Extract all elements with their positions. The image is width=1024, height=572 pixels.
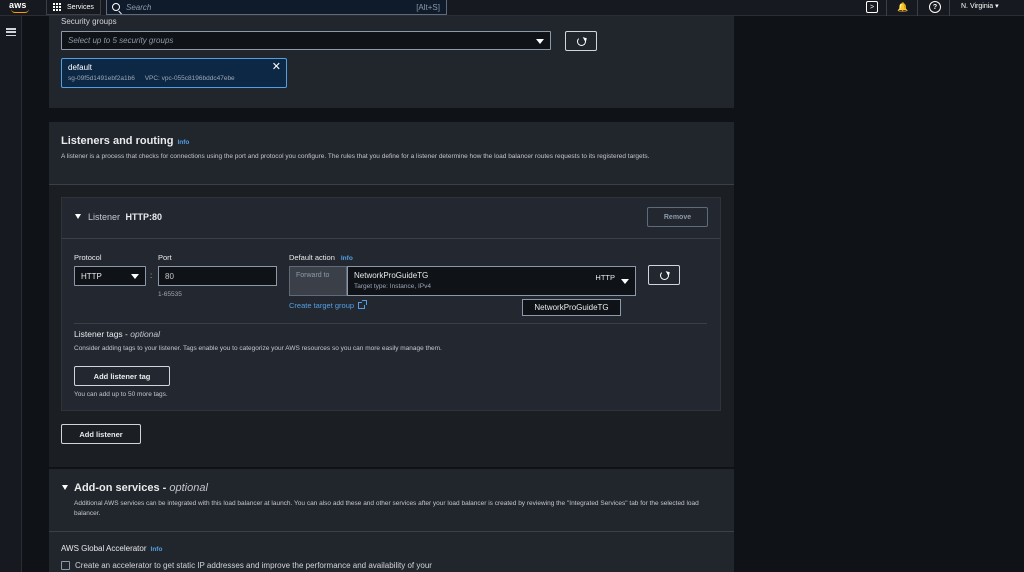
create-accelerator-label: Create an accelerator to get static IP a… [75,561,432,570]
refresh-icon [659,270,669,280]
bell-icon[interactable]: 🔔 [897,1,909,13]
region-selector[interactable]: N. Virginia ▾ [961,2,999,10]
listener-prefix: Listener [88,212,121,222]
listener-name: HTTP:80 [125,212,163,222]
caret-down-icon [536,38,544,44]
caret-down-icon [621,279,629,284]
addon-services-title[interactable]: Add-on services - optional [74,482,208,494]
aga-title-text: AWS Global Accelerator [61,544,147,553]
collapse-icon[interactable] [62,485,68,490]
protocol-label: Protocol [74,253,102,262]
token-name: default [68,63,93,72]
listeners-body: Listener HTTP:80 Remove Protocol Port De… [49,184,734,467]
listeners-description: A listener is a process that checks for … [61,153,650,160]
divider [49,531,734,532]
security-groups-refresh-button[interactable] [565,31,597,51]
add-listener-button[interactable]: Add listener [61,424,141,444]
listener-card: Listener HTTP:80 Remove Protocol Port De… [61,197,721,411]
create-target-group-text: Create target group [289,301,355,310]
info-link[interactable]: Info [151,546,163,553]
listener-tags-title: Listener tags - optional [74,329,160,339]
divider [74,323,707,324]
listener-tags-description: Consider adding tags to your listener. T… [74,345,442,352]
token-meta: sg-09f5d1491ebf2a1b6 VPC: vpc-055c8196bd… [68,75,280,82]
security-groups-label: Security groups [61,17,117,26]
collapse-icon[interactable] [75,214,81,219]
divider [949,0,950,16]
protocol-select[interactable]: HTTP [74,266,146,286]
services-label: Services [67,3,94,11]
add-listener-tag-button[interactable]: Add listener tag [74,366,170,386]
remove-listener-button[interactable]: Remove [647,207,708,227]
addon-title-text: Add-on services - [74,482,167,494]
default-action-label: Default action Info [289,253,353,262]
services-menu-button[interactable]: Services [46,0,101,15]
listeners-title-text: Listeners and routing [61,135,174,147]
listeners-title: Listeners and routing Info [61,135,189,147]
menu-icon[interactable] [6,28,16,36]
port-label: Port [158,253,172,262]
listeners-routing-panel: Listeners and routing Info A listener is … [49,122,734,467]
search-input[interactable]: Search [Alt+S] [106,0,447,15]
port-hint: 1-65535 [158,291,182,298]
target-type: Target type: Instance, IPv4 [354,283,431,290]
target-group-select[interactable]: NetworkProGuideTG Target type: Instance,… [347,266,636,296]
addon-description: Additional AWS services can be integrate… [74,500,699,517]
close-icon[interactable]: ✕ [272,62,281,73]
tags-hint: You can add up to 50 more tags. [74,391,168,398]
token-vpc: VPC: vpc-055c8196bddc47ebe [144,75,235,82]
tags-optional: optional [130,329,161,339]
security-group-token: default sg-09f5d1491ebf2a1b6 VPC: vpc-05… [61,58,287,88]
left-rail [0,16,22,572]
divider [917,0,918,16]
divider [886,0,887,16]
refresh-icon [576,36,586,46]
target-group-refresh-button[interactable] [648,265,680,285]
colon-separator: : [150,271,153,280]
top-navigation-bar: aws Services Search [Alt+S] > 🔔 ? N. Vir… [0,0,1024,16]
listener-title: Listener HTTP:80 [88,212,162,222]
addon-services-panel: Add-on services - optional Additional AW… [49,469,734,572]
port-input[interactable]: 80 [158,266,277,286]
search-placeholder: Search [126,2,152,12]
info-link[interactable]: Info [177,139,189,146]
grid-icon [53,2,62,12]
create-accelerator-checkbox[interactable] [61,561,70,570]
target-group-name: NetworkProGuideTG [354,271,429,280]
create-target-group-link[interactable]: Create target group [289,300,368,310]
security-groups-placeholder: Select up to 5 security groups [68,36,174,45]
search-icon [112,3,120,11]
help-icon[interactable]: ? [929,1,941,13]
listener-header[interactable]: Listener HTTP:80 Remove [62,198,720,239]
info-link[interactable]: Info [341,255,353,262]
security-groups-select[interactable]: Select up to 5 security groups [61,31,551,50]
target-protocol: HTTP [595,273,615,282]
security-groups-panel: Security groups Select up to 5 security … [49,16,734,108]
aws-logo[interactable]: aws [9,0,33,14]
caret-down-icon [131,274,139,279]
aws-smile-icon [11,9,29,13]
tags-title-text: Listener tags - [74,329,128,339]
forward-to-label: Forward to [289,266,347,296]
target-group-tooltip: NetworkProGuideTG [522,299,621,316]
search-shortcut: [Alt+S] [416,2,440,12]
cloudshell-icon[interactable]: > [866,1,878,13]
token-id: sg-09f5d1491ebf2a1b6 [68,75,135,82]
protocol-value: HTTP [81,271,102,281]
port-value: 80 [165,271,174,281]
external-link-icon [358,300,368,309]
global-accelerator-title: AWS Global Accelerator Info [61,544,162,553]
default-action-text: Default action [289,253,335,262]
addon-optional: optional [169,482,208,494]
main-content: Security groups Select up to 5 security … [22,16,1024,572]
